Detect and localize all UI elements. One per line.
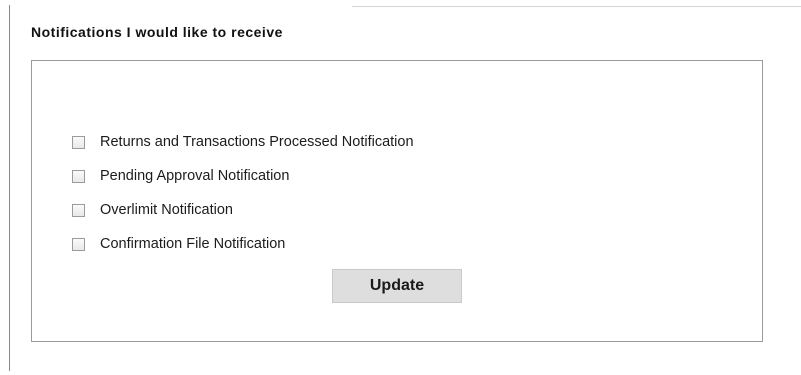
notification-option-returns-transactions[interactable]: Returns and Transactions Processed Notif… <box>72 125 414 159</box>
option-label[interactable]: Returns and Transactions Processed Notif… <box>100 134 414 150</box>
notification-options: Returns and Transactions Processed Notif… <box>72 125 414 261</box>
overlimit-checkbox[interactable] <box>72 203 85 217</box>
notification-option-confirmation-file[interactable]: Confirmation File Notification <box>72 227 414 261</box>
notification-option-pending-approval[interactable]: Pending Approval Notification <box>72 159 414 193</box>
pending-approval-checkbox[interactable] <box>72 169 85 183</box>
option-label[interactable]: Overlimit Notification <box>100 202 233 218</box>
update-button[interactable]: Update <box>332 269 462 303</box>
notification-option-overlimit[interactable]: Overlimit Notification <box>72 193 414 227</box>
returns-transactions-checkbox[interactable] <box>72 135 85 149</box>
top-divider <box>352 6 801 7</box>
left-divider <box>9 5 10 371</box>
option-label[interactable]: Pending Approval Notification <box>100 168 289 184</box>
option-label[interactable]: Confirmation File Notification <box>100 236 285 252</box>
confirmation-file-checkbox[interactable] <box>72 237 85 251</box>
notifications-panel: Returns and Transactions Processed Notif… <box>31 60 763 342</box>
section-title: Notifications I would like to receive <box>31 24 283 40</box>
